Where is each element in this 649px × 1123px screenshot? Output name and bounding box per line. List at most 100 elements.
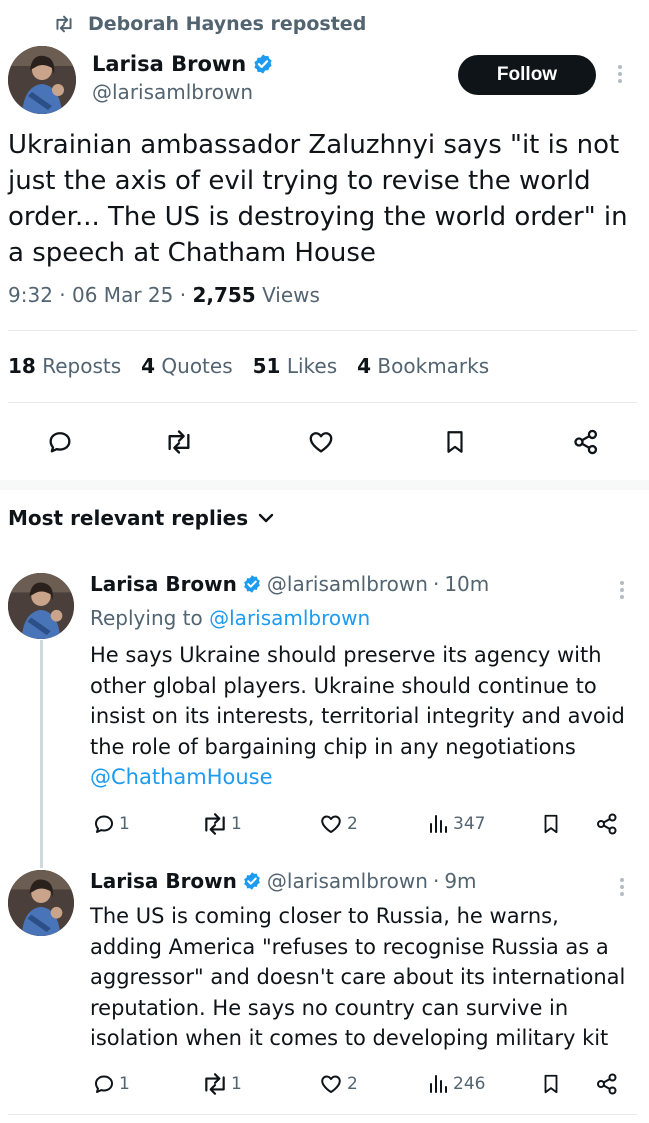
bookmarks-label: Bookmarks xyxy=(377,354,490,378)
repost-icon xyxy=(165,429,193,455)
reply-icon xyxy=(46,428,74,456)
reply-reply-button[interactable]: 1 xyxy=(92,809,130,839)
verified-badge-icon xyxy=(242,871,262,891)
repost-button[interactable] xyxy=(162,425,196,459)
reply-author-name[interactable]: Larisa Brown xyxy=(90,869,237,893)
follow-button[interactable]: Follow xyxy=(458,55,596,95)
post-text: Ukrainian ambassador Zaluzhnyi says "it … xyxy=(8,130,628,268)
views-icon xyxy=(426,1072,450,1096)
reply-like-button[interactable]: 2 xyxy=(318,1069,358,1099)
bookmark-icon xyxy=(540,1072,562,1096)
share-icon xyxy=(594,812,620,836)
author-handle[interactable]: @larisamlbrown xyxy=(92,80,253,104)
author-name[interactable]: Larisa Brown xyxy=(92,52,246,76)
bookmark-icon xyxy=(540,812,562,836)
reply-views-button[interactable]: 347 xyxy=(426,809,485,839)
post-date[interactable]: 06 Mar 25 xyxy=(72,283,173,307)
share-icon xyxy=(594,1072,620,1096)
reply-likes-count: 2 xyxy=(347,1074,358,1094)
repost-banner-text: Deborah Haynes reposted xyxy=(88,13,367,35)
reply-header: Larisa Brown @larisamlbrown · 10m xyxy=(90,572,489,596)
post-meta: 9:32 · 06 Mar 25 · 2,755 Views xyxy=(8,283,320,307)
meta-separator: · xyxy=(432,572,440,596)
reply-author-handle[interactable]: @larisamlbrown xyxy=(267,869,428,893)
reply-reposts-count: 1 xyxy=(231,1074,242,1094)
reply-share-button[interactable] xyxy=(594,809,620,839)
post-time[interactable]: 9:32 xyxy=(8,283,53,307)
post-views-label: Views xyxy=(262,283,320,307)
bookmark-button[interactable] xyxy=(438,425,472,459)
likes-label: Likes xyxy=(286,354,338,378)
meta-separator: · xyxy=(179,283,193,307)
reply-bookmark-button[interactable] xyxy=(540,809,562,839)
repost-icon xyxy=(54,15,74,33)
reposts-stat[interactable]: 18 Reposts xyxy=(8,354,121,378)
repost-banner[interactable]: Deborah Haynes reposted xyxy=(54,10,366,38)
reply-action-bar: 1 1 2 347 xyxy=(0,807,649,841)
divider xyxy=(8,330,637,331)
reply-icon xyxy=(92,1072,116,1096)
mention-link[interactable]: @ChathamHouse xyxy=(90,765,273,789)
bookmarks-count: 4 xyxy=(357,354,372,378)
section-separator xyxy=(0,480,649,490)
repost-icon xyxy=(202,1072,228,1096)
quotes-count: 4 xyxy=(141,354,156,378)
reply-bookmark-button[interactable] xyxy=(540,1069,562,1099)
author-name-row[interactable]: Larisa Brown xyxy=(92,52,274,76)
replying-to-handle[interactable]: @larisamlbrown xyxy=(209,606,370,630)
likes-stat[interactable]: 51 Likes xyxy=(253,354,338,378)
like-icon xyxy=(307,428,335,456)
reply-reposts-count: 1 xyxy=(231,814,242,834)
repost-icon xyxy=(202,812,228,836)
quotes-stat[interactable]: 4 Quotes xyxy=(141,354,233,378)
verified-badge-icon xyxy=(242,574,262,594)
reposts-count: 18 xyxy=(8,354,36,378)
reply-replies-count: 1 xyxy=(119,1074,130,1094)
author-avatar[interactable] xyxy=(8,46,76,114)
reply-text: He says Ukraine should preserve its agen… xyxy=(90,640,630,793)
reposts-label: Reposts xyxy=(42,354,122,378)
like-icon xyxy=(318,1072,344,1096)
reply-views-button[interactable]: 246 xyxy=(426,1069,485,1099)
reply-views-count: 246 xyxy=(453,1074,486,1094)
reply-text: The US is coming closer to Russia, he wa… xyxy=(90,904,626,1050)
reply-icon xyxy=(92,812,116,836)
meta-separator: · xyxy=(59,283,72,307)
post-views-count: 2,755 xyxy=(192,283,256,307)
reply-author-handle[interactable]: @larisamlbrown xyxy=(267,572,428,596)
share-icon xyxy=(571,428,601,456)
reply-repost-button[interactable]: 1 xyxy=(202,809,242,839)
post-stats: 18 Reposts 4 Quotes 51 Likes 4 Bookmarks xyxy=(8,354,489,378)
post-action-bar xyxy=(0,421,649,463)
reply-reply-button[interactable]: 1 xyxy=(92,1069,130,1099)
views-icon xyxy=(426,812,450,836)
like-button[interactable] xyxy=(304,425,338,459)
replies-sort-dropdown[interactable]: Most relevant replies xyxy=(8,506,274,530)
verified-badge-icon xyxy=(252,53,274,75)
share-button[interactable] xyxy=(569,425,603,459)
reply-more-options-icon[interactable] xyxy=(612,578,632,602)
meta-separator: · xyxy=(432,869,440,893)
reply-body: He says Ukraine should preserve its agen… xyxy=(90,643,625,759)
reply-button[interactable] xyxy=(43,425,77,459)
reply-more-options-icon[interactable] xyxy=(612,875,632,899)
reply-action-bar: 1 1 2 246 xyxy=(0,1067,649,1101)
more-options-icon[interactable] xyxy=(610,62,630,86)
reply-avatar[interactable] xyxy=(8,573,74,639)
likes-count: 51 xyxy=(252,354,281,378)
divider xyxy=(8,402,637,403)
reply-header: Larisa Brown @larisamlbrown · 9m xyxy=(90,869,477,893)
like-icon xyxy=(318,812,344,836)
reply-time[interactable]: 10m xyxy=(444,572,489,596)
reply-time[interactable]: 9m xyxy=(444,869,476,893)
reply-like-button[interactable]: 2 xyxy=(318,809,358,839)
quotes-label: Quotes xyxy=(161,354,233,378)
reply-avatar[interactable] xyxy=(8,870,74,936)
replying-to: Replying to @larisamlbrown xyxy=(90,606,370,630)
reply-repost-button[interactable]: 1 xyxy=(202,1069,242,1099)
divider xyxy=(8,1114,637,1115)
reply-author-name[interactable]: Larisa Brown xyxy=(90,572,237,596)
reply-replies-count: 1 xyxy=(119,814,130,834)
reply-share-button[interactable] xyxy=(594,1069,620,1099)
bookmarks-stat[interactable]: 4 Bookmarks xyxy=(357,354,489,378)
